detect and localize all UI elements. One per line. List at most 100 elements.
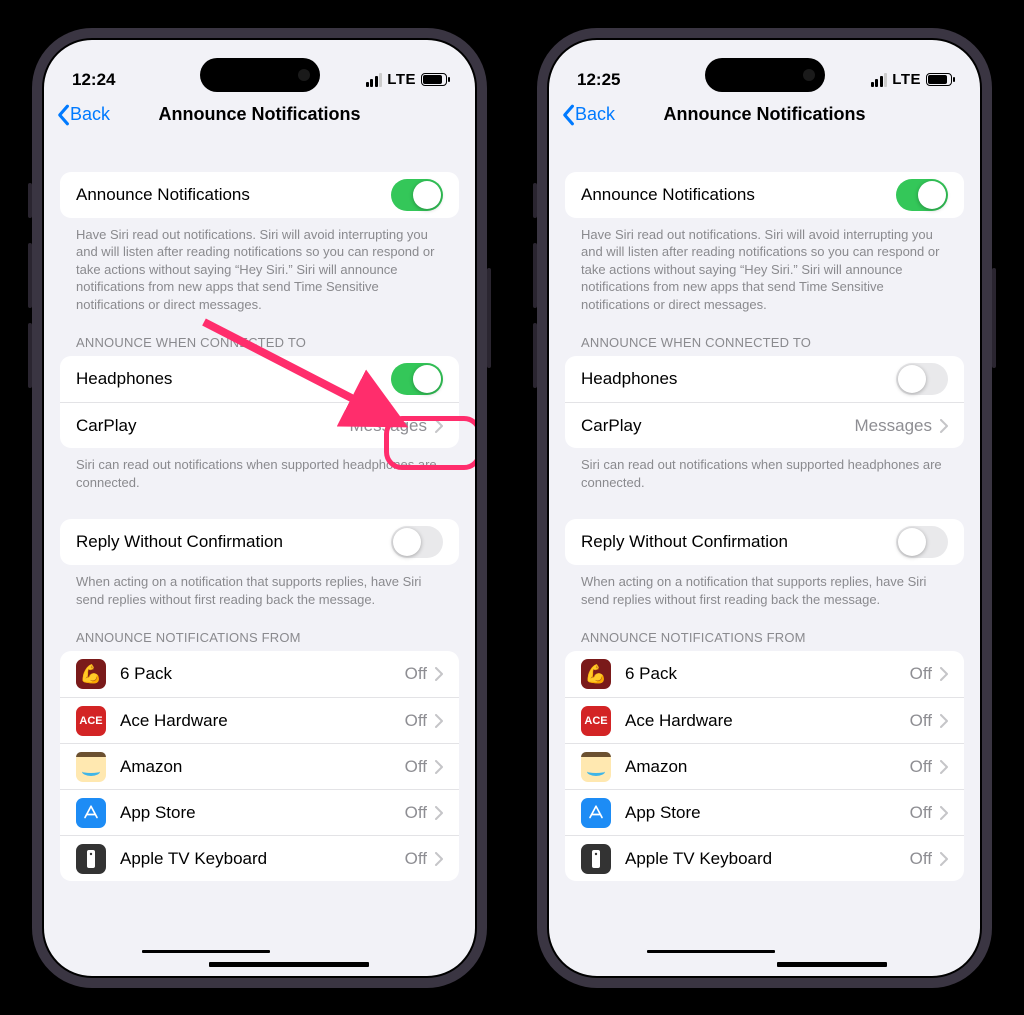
chevron-right-icon xyxy=(435,714,443,728)
row-label: Announce Notifications xyxy=(76,185,391,205)
app-icon xyxy=(76,752,106,782)
app-row[interactable]: App Store Off xyxy=(60,789,459,835)
app-name: 6 Pack xyxy=(625,664,910,684)
battery-icon xyxy=(421,73,447,86)
apps-header: ANNOUNCE NOTIFICATIONS FROM xyxy=(60,608,459,651)
headphones-toggle[interactable] xyxy=(896,363,948,395)
nav-bar: Back Announce Notifications xyxy=(549,98,980,136)
reply-row[interactable]: Reply Without Confirmation xyxy=(60,519,459,565)
row-label: Reply Without Confirmation xyxy=(76,532,391,552)
announce-notifications-toggle[interactable] xyxy=(391,179,443,211)
reply-toggle[interactable] xyxy=(896,526,948,558)
volume-up-button xyxy=(533,243,537,308)
master-footer: Have Siri read out notifications. Siri w… xyxy=(565,218,964,314)
app-row[interactable]: ACE Ace Hardware Off xyxy=(565,697,964,743)
headphones-row[interactable]: Headphones xyxy=(60,356,459,402)
settings-content[interactable]: Announce Notifications Have Siri read ou… xyxy=(44,144,475,976)
back-label: Back xyxy=(70,104,110,125)
master-footer: Have Siri read out notifications. Siri w… xyxy=(60,218,459,314)
chevron-right-icon xyxy=(940,667,948,681)
nav-bar: Back Announce Notifications xyxy=(44,98,475,136)
app-status: Off xyxy=(910,711,932,731)
app-icon xyxy=(581,844,611,874)
app-status: Off xyxy=(910,757,932,777)
app-row[interactable]: Amazon Off xyxy=(60,743,459,789)
connected-header: ANNOUNCE WHEN CONNECTED TO xyxy=(565,313,964,356)
group-master: Announce Notifications xyxy=(60,172,459,218)
volume-down-button xyxy=(533,323,537,388)
carplay-row[interactable]: CarPlay Messages xyxy=(565,402,964,448)
chevron-right-icon xyxy=(435,667,443,681)
app-row[interactable]: Apple TV Keyboard Off xyxy=(565,835,964,881)
status-icons: LTE xyxy=(871,71,952,88)
chevron-right-icon xyxy=(940,806,948,820)
row-value: Messages xyxy=(855,416,932,436)
app-row[interactable]: App Store Off xyxy=(565,789,964,835)
power-button xyxy=(487,268,491,368)
app-row[interactable]: Amazon Off xyxy=(565,743,964,789)
app-name: Ace Hardware xyxy=(120,711,405,731)
settings-content[interactable]: Announce Notifications Have Siri read ou… xyxy=(549,144,980,976)
back-label: Back xyxy=(575,104,615,125)
app-status: Off xyxy=(405,803,427,823)
reply-row[interactable]: Reply Without Confirmation xyxy=(565,519,964,565)
row-label: Headphones xyxy=(581,369,896,389)
group-reply: Reply Without Confirmation xyxy=(60,519,459,565)
app-name: Amazon xyxy=(625,757,910,777)
app-name: Ace Hardware xyxy=(625,711,910,731)
app-status: Off xyxy=(405,849,427,869)
app-status: Off xyxy=(910,803,932,823)
redaction-bar xyxy=(777,962,887,967)
redaction-bar xyxy=(647,950,775,953)
phone-right: 12:25 LTE Back Announce Notifications An… xyxy=(537,28,992,988)
signal-icon xyxy=(366,73,383,87)
app-icon: 💪 xyxy=(581,659,611,689)
battery-icon xyxy=(926,73,952,86)
headphones-toggle[interactable] xyxy=(391,363,443,395)
network-label: LTE xyxy=(892,71,921,88)
dynamic-island xyxy=(200,58,320,92)
reply-footer: When acting on a notification that suppo… xyxy=(60,565,459,608)
announce-notifications-toggle[interactable] xyxy=(896,179,948,211)
carplay-row[interactable]: CarPlay Messages xyxy=(60,402,459,448)
group-reply: Reply Without Confirmation xyxy=(565,519,964,565)
chevron-right-icon xyxy=(435,419,443,433)
app-row[interactable]: Apple TV Keyboard Off xyxy=(60,835,459,881)
app-name: Amazon xyxy=(120,757,405,777)
group-master: Announce Notifications xyxy=(565,172,964,218)
power-button xyxy=(992,268,996,368)
reply-footer: When acting on a notification that suppo… xyxy=(565,565,964,608)
app-row[interactable]: 💪 6 Pack Off xyxy=(565,651,964,697)
back-button[interactable]: Back xyxy=(56,104,110,126)
app-row[interactable]: 💪 6 Pack Off xyxy=(60,651,459,697)
app-name: Apple TV Keyboard xyxy=(625,849,910,869)
app-icon xyxy=(581,752,611,782)
back-button[interactable]: Back xyxy=(561,104,615,126)
apps-header: ANNOUNCE NOTIFICATIONS FROM xyxy=(565,608,964,651)
network-label: LTE xyxy=(387,71,416,88)
row-value: Messages xyxy=(350,416,427,436)
chevron-right-icon xyxy=(435,806,443,820)
status-time: 12:24 xyxy=(72,70,115,90)
group-apps: 💪 6 Pack Off ACE Ace Hardware Off Amazon… xyxy=(565,651,964,881)
app-row[interactable]: ACE Ace Hardware Off xyxy=(60,697,459,743)
reply-toggle[interactable] xyxy=(391,526,443,558)
app-icon xyxy=(76,844,106,874)
app-name: Apple TV Keyboard xyxy=(120,849,405,869)
connected-header: ANNOUNCE WHEN CONNECTED TO xyxy=(60,313,459,356)
app-status: Off xyxy=(910,849,932,869)
row-label: CarPlay xyxy=(76,416,350,436)
volume-up-button xyxy=(28,243,32,308)
chevron-right-icon xyxy=(435,852,443,866)
app-name: App Store xyxy=(120,803,405,823)
status-icons: LTE xyxy=(366,71,447,88)
page-title: Announce Notifications xyxy=(664,104,866,125)
redaction-bar xyxy=(209,962,369,967)
app-status: Off xyxy=(405,711,427,731)
announce-notifications-row[interactable]: Announce Notifications xyxy=(60,172,459,218)
chevron-right-icon xyxy=(940,760,948,774)
announce-notifications-row[interactable]: Announce Notifications xyxy=(565,172,964,218)
group-connected: Headphones CarPlay Messages xyxy=(565,356,964,448)
headphones-row[interactable]: Headphones xyxy=(565,356,964,402)
screen: 12:24 LTE Back Announce Notifications An… xyxy=(42,38,477,978)
